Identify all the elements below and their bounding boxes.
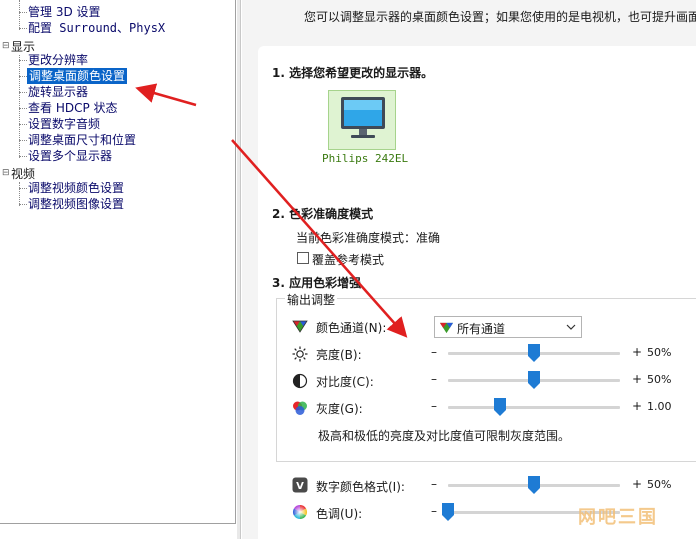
brightness-slider-thumb[interactable] [528,344,540,362]
tree-item-video-image[interactable]: 调整视频图像设置 [28,196,124,212]
tree-item-label: 调整视频图像设置 [28,197,125,211]
digital-vibrance-label: 数字颜色格式(I): [316,480,405,494]
digital-vibrance-icon: V [292,477,308,493]
contrast-value: 50% [647,373,672,386]
color-channel-value: 所有通道 [457,322,506,336]
tree-connector [19,204,27,205]
override-reference-checkbox[interactable] [297,252,309,264]
contrast-slider-thumb[interactable] [528,371,540,389]
hue-icon [293,505,307,519]
contrast-label: 对比度(C): [316,375,374,389]
tree-connector [19,28,27,29]
gamma-slider-thumb[interactable] [493,398,506,416]
tree-item-change-resolution[interactable]: 更改分辨率 [28,52,88,68]
section-title-color-accuracy: 2. 色彩准确度模式 [272,207,374,221]
tree-item-adjust-desktop-color[interactable]: 调整桌面颜色设置 [27,68,128,84]
monitor-icon [341,97,385,138]
gamma-minus: – [431,399,437,413]
collapse-icon[interactable]: ⊟ [2,168,10,178]
tree-item-rotate-display[interactable]: 旋转显示器 [28,84,88,100]
tree-item-view-hdcp[interactable]: 查看 HDCP 状态 [28,100,118,116]
tree-connector [19,156,27,157]
gamma-plus: + [632,399,643,413]
tree-item-video-color[interactable]: 调整视频颜色设置 [28,180,124,196]
override-reference-label: 覆盖参考模式 [312,253,385,267]
tree-item-digital-audio[interactable]: 设置数字音频 [28,116,100,132]
digital-vibrance-plus: + [632,477,643,491]
tree-item-multiple-displays[interactable]: 设置多个显示器 [28,148,112,164]
chevron-down-icon [566,324,576,330]
digital-vibrance-value: 50% [647,478,672,491]
display-tile[interactable] [328,90,396,150]
tree-connector [19,76,27,77]
tree-item-label: 调整视频颜色设置 [28,181,125,195]
tree-connector [19,60,27,61]
brightness-plus: + [632,345,643,359]
color-channel-icon [292,320,308,333]
panel-splitter[interactable] [237,0,241,539]
color-channel-icon [439,322,454,334]
section-title-select-display: 1. 选择您希望更改的显示器。 [272,66,434,80]
group-legend: 输出调整 [285,291,338,308]
tree-item-label: 调整桌面颜色设置 [27,68,128,84]
tree-item-label: 设置数字音频 [28,117,101,131]
tree-item-desktop-size[interactable]: 调整桌面尺寸和位置 [28,132,136,148]
brightness-icon [292,346,308,362]
hue-minus: – [431,504,437,518]
gamma-label: 灰度(G): [316,402,363,416]
range-hint-text: 极高和极低的亮度及对比度值可限制灰度范围。 [318,429,571,443]
gamma-icon [293,401,307,415]
gamma-slider-track[interactable] [448,406,620,409]
content-panel: 您可以调整显示器的桌面颜色设置；如果您使用的是电视机，也可提升画面 1. 选择您… [242,0,696,539]
tree-item-configure-surround[interactable]: 配置 Surround、PhysX [28,20,165,36]
color-channel-label: 颜色通道(N): [316,321,387,335]
tree-connector [19,0,20,30]
tree-item-label: 管理 3D 设置 [28,5,101,19]
display-name: Philips 242EL [322,152,409,165]
tree-item-label: 设置多个显示器 [28,149,113,163]
tree-connector [19,124,27,125]
svg-text:V: V [296,481,304,492]
tree-item-label: 配置 Surround、PhysX [28,21,166,35]
tree-connector [19,12,27,13]
tree-item-label: 更改分辨率 [28,53,89,67]
tree-connector [19,188,27,189]
brightness-minus: – [431,345,437,359]
digital-vibrance-minus: – [431,477,437,491]
gamma-value: 1.00 [647,400,672,413]
digital-vibrance-slider-thumb[interactable] [528,476,540,494]
contrast-minus: – [431,372,437,386]
tree-connector [19,140,27,141]
color-channel-dropdown[interactable]: 所有通道 [434,316,582,338]
tree-connector [19,182,20,206]
tree-connector [19,108,27,109]
current-mode-text: 当前色彩准确度模式：准确 [296,231,441,245]
settings-card: 1. 选择您希望更改的显示器。 Philips 242EL 2. 色彩准确度模式… [258,46,696,539]
collapse-icon[interactable]: ⊟ [2,41,10,51]
tree-item-label: 旋转显示器 [28,85,89,99]
brightness-value: 50% [647,346,672,359]
hue-label: 色调(U): [316,507,363,521]
intro-text: 您可以调整显示器的桌面颜色设置；如果您使用的是电视机，也可提升画面 [304,10,696,24]
brightness-label: 亮度(B): [316,348,362,362]
navigation-tree: 管理 3D 设置 配置 Surround、PhysX ⊟ 显示 更改分辨率 调整… [0,0,236,524]
hue-slider-thumb[interactable] [442,503,454,521]
tree-item-label: 调整桌面尺寸和位置 [28,133,137,147]
contrast-icon [292,373,308,389]
contrast-plus: + [632,372,643,386]
tree-connector [19,92,27,93]
tree-item-manage-3d[interactable]: 管理 3D 设置 [28,4,101,20]
section-title-color-enhancement: 3. 应用色彩增强 [272,276,362,290]
tree-item-label: 查看 HDCP 状态 [28,101,118,115]
tree-connector [19,55,20,158]
watermark-text: 网吧三国 [578,507,658,528]
